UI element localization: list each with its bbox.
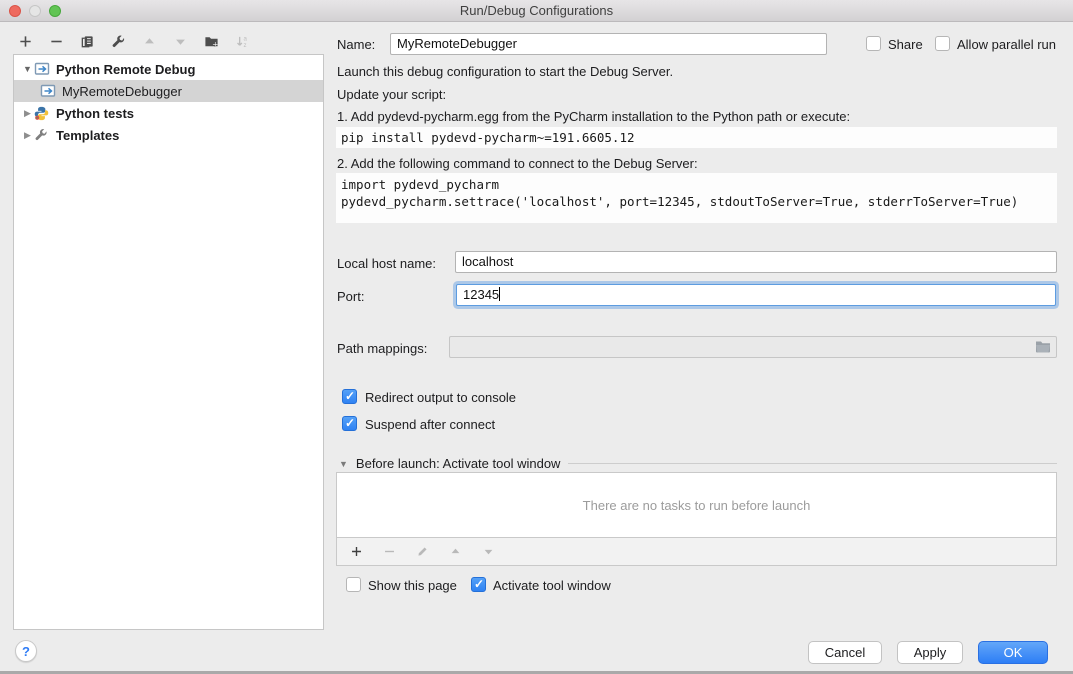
redirect-output-checkbox[interactable] — [342, 389, 357, 404]
run-debug-configurations-dialog: Run/Debug Configurations az ▼ — [0, 0, 1073, 674]
path-mappings-input[interactable] — [449, 336, 1057, 358]
activate-tool-window-checkbox[interactable] — [471, 577, 486, 592]
code-line-settrace: pydevd_pycharm.settrace('localhost', por… — [341, 193, 1057, 210]
chevron-down-icon[interactable]: ▼ — [21, 64, 34, 74]
remote-debug-icon — [34, 62, 51, 77]
chevron-right-icon[interactable]: ▶ — [21, 130, 34, 141]
browse-folder-icon[interactable] — [1035, 340, 1051, 356]
name-label: Name: — [337, 37, 375, 52]
share-checkbox[interactable] — [866, 36, 881, 51]
share-label: Share — [888, 37, 923, 52]
instruction-line-1: Launch this debug configuration to start… — [337, 64, 673, 79]
port-input[interactable]: 12345 — [456, 284, 1056, 306]
zoom-button[interactable] — [49, 5, 61, 17]
local-host-name-label: Local host name: — [337, 256, 436, 271]
configurations-toolbar: az — [16, 32, 251, 50]
tree-item-label: Python tests — [56, 106, 134, 121]
port-value: 12345 — [463, 287, 499, 302]
tree-item-label: MyRemoteDebugger — [62, 84, 182, 99]
instruction-line-2: Update your script: — [337, 87, 446, 102]
copy-configuration-icon[interactable] — [78, 32, 96, 50]
remote-debug-icon — [40, 84, 57, 99]
edit-templates-icon[interactable] — [109, 32, 127, 50]
chevron-right-icon[interactable]: ▶ — [21, 108, 34, 119]
move-down-icon — [171, 32, 189, 50]
text-caret — [499, 287, 500, 301]
edit-task-icon — [413, 543, 431, 561]
title-bar[interactable]: Run/Debug Configurations — [0, 0, 1073, 22]
before-launch-toolbar — [336, 538, 1057, 566]
show-this-page-checkbox[interactable] — [346, 577, 361, 592]
redirect-output-label: Redirect output to console — [365, 390, 516, 405]
sort-configurations-icon: az — [233, 32, 251, 50]
add-task-icon[interactable] — [347, 543, 365, 561]
minimize-button — [29, 5, 41, 17]
ok-button[interactable]: OK — [978, 641, 1048, 664]
tree-item-python-tests[interactable]: ▶ Python tests — [14, 102, 323, 124]
add-icon[interactable] — [16, 32, 34, 50]
tree-item-python-remote-debug[interactable]: ▼ Python Remote Debug — [14, 58, 323, 80]
tree-item-myremotedebugger[interactable]: MyRemoteDebugger — [14, 80, 323, 102]
traffic-lights — [9, 5, 61, 17]
tree-item-label: Templates — [56, 128, 119, 143]
suspend-after-connect-label: Suspend after connect — [365, 417, 495, 432]
code-line-import: import pydevd_pycharm — [341, 176, 1057, 193]
before-launch-title: Before launch: Activate tool window — [356, 456, 561, 471]
close-button[interactable] — [9, 5, 21, 17]
show-this-page-label: Show this page — [368, 578, 457, 593]
port-label: Port: — [337, 289, 364, 304]
settrace-code-block: import pydevd_pycharm pydevd_pycharm.set… — [336, 173, 1057, 223]
before-launch-task-list[interactable]: There are no tasks to run before launch — [336, 472, 1057, 538]
apply-button[interactable]: Apply — [897, 641, 963, 664]
instruction-step-2: 2. Add the following command to connect … — [337, 156, 698, 171]
window-title: Run/Debug Configurations — [460, 3, 613, 18]
help-button[interactable]: ? — [15, 640, 37, 662]
local-host-name-input[interactable]: localhost — [455, 251, 1057, 273]
tree-item-label: Python Remote Debug — [56, 62, 195, 77]
name-input[interactable]: MyRemoteDebugger — [390, 33, 827, 55]
tree-item-templates[interactable]: ▶ Templates — [14, 124, 323, 146]
collapse-triangle-icon[interactable]: ▼ — [339, 459, 348, 469]
remove-task-icon — [380, 543, 398, 561]
remove-icon[interactable] — [47, 32, 65, 50]
svg-text:z: z — [243, 42, 246, 49]
allow-parallel-run-checkbox[interactable] — [935, 36, 950, 51]
before-launch-section-header[interactable]: ▼ Before launch: Activate tool window — [339, 456, 1057, 471]
move-task-up-icon — [446, 543, 464, 561]
python-tests-icon — [34, 106, 51, 121]
move-up-icon — [140, 32, 158, 50]
allow-parallel-run-label: Allow parallel run — [957, 37, 1056, 52]
empty-task-list-text: There are no tasks to run before launch — [583, 498, 811, 513]
suspend-after-connect-checkbox[interactable] — [342, 416, 357, 431]
path-mappings-label: Path mappings: — [337, 341, 427, 356]
move-task-down-icon — [479, 543, 497, 561]
instruction-step-1: 1. Add pydevd-pycharm.egg from the PyCha… — [337, 109, 850, 124]
configurations-tree: ▼ Python Remote Debug MyRemoteDebugger ▶ — [13, 54, 324, 630]
new-folder-icon[interactable] — [202, 32, 220, 50]
cancel-button[interactable]: Cancel — [808, 641, 882, 664]
activate-tool-window-label: Activate tool window — [493, 578, 611, 593]
section-divider — [568, 463, 1057, 464]
wrench-icon — [34, 128, 51, 143]
pip-install-code: pip install pydevd-pycharm~=191.6605.12 — [336, 127, 1057, 148]
